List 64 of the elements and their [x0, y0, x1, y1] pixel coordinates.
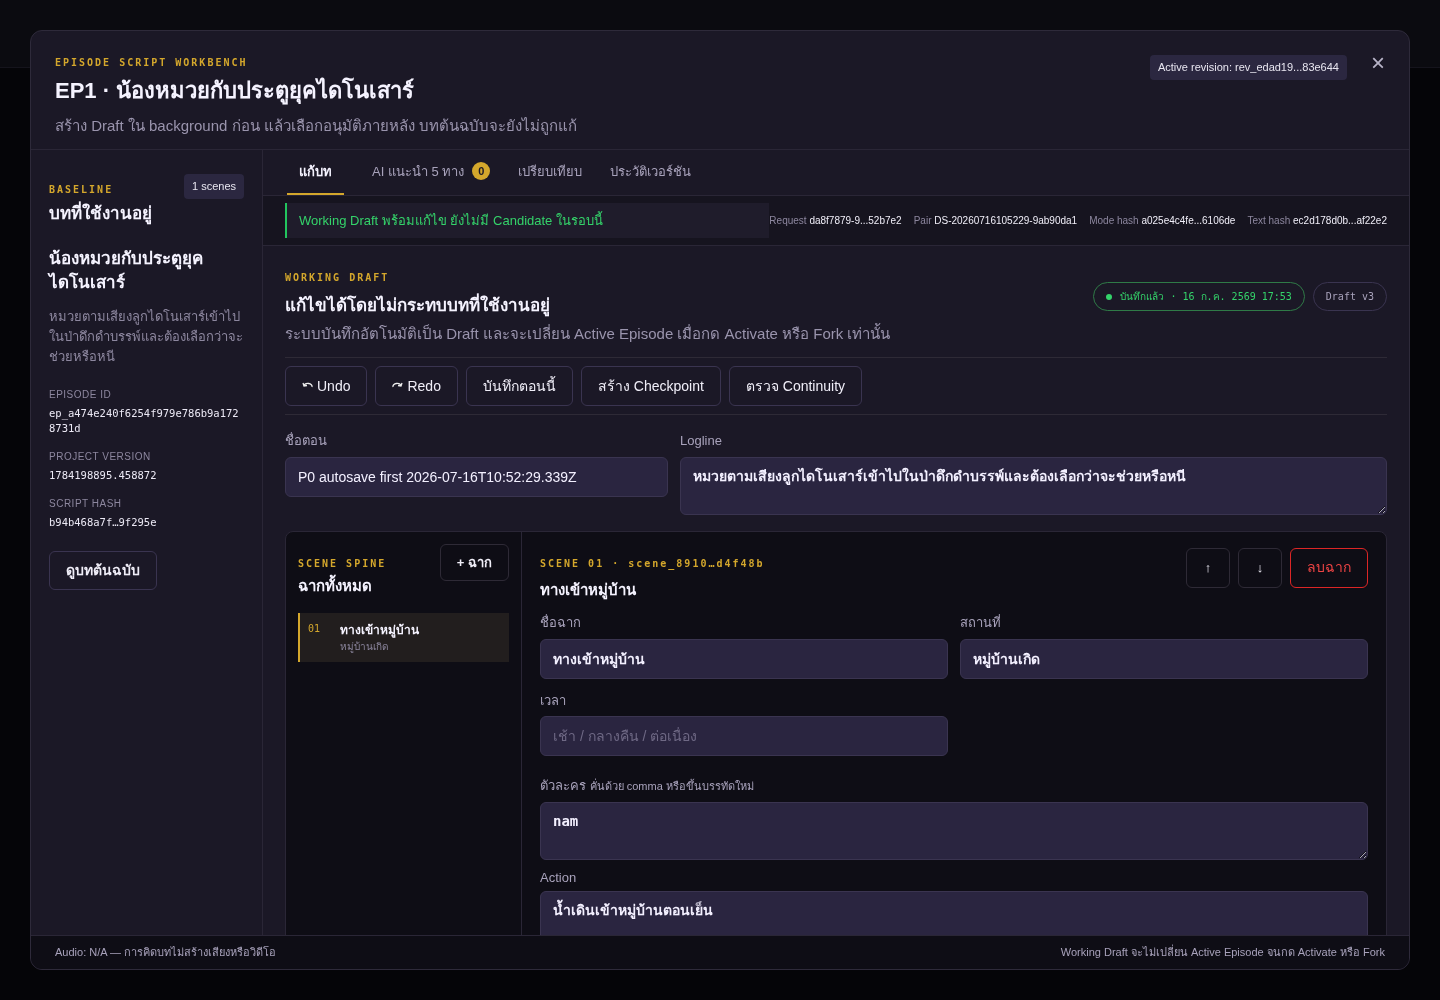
- toolbar-button[interactable]: Redo: [375, 366, 458, 406]
- meta-label: EPISODE ID: [49, 387, 113, 402]
- scene-heading: ทางเข้าหมู่บ้าน: [540, 579, 637, 601]
- meta-value: b94b468a7f…9f295e: [49, 514, 158, 530]
- scene-title: ทางเข้าหมู่บ้าน: [340, 622, 420, 639]
- field-label: Logline: [680, 432, 723, 450]
- scene-list-item[interactable]: 01 ทางเข้าหมู่บ้าน หมู่บ้านเกิด: [298, 613, 509, 662]
- hash-info: Request da8f7879-9...52b7e2: [769, 214, 902, 228]
- footer-note: Working Draft จะไม่เปลี่ยน Active Episode จนกด Activate หรือ Fork: [1060, 944, 1385, 961]
- delete-scene-button[interactable]: ลบฉาก: [1290, 547, 1368, 588]
- field-label: เวลา: [540, 691, 567, 710]
- field-label: ชื่อฉาก: [540, 613, 582, 632]
- scene-location: หมู่บ้านเกิด: [340, 640, 390, 654]
- count-badge: 0: [472, 162, 491, 181]
- sidebar-title: บทที่ใช้งานอยู่: [49, 201, 152, 227]
- toolbar-button[interactable]: บันทึกตอนนี้: [465, 366, 573, 406]
- undo-icon: [302, 382, 313, 390]
- eyebrow: WORKING DRAFT: [285, 271, 391, 285]
- draft-description: ระบบบันทึกอัตโนมัติเป็น Draft และจะเปลี่ยน Active Episode เมื่อกด Activate หรือ Fork เท่านั้น: [285, 322, 891, 344]
- modal-title: EP1 · น้องหมวยกับประตูยุคไดโนเสาร์: [55, 76, 416, 107]
- eyebrow: EPISODE SCRIPT WORKBENCH: [55, 56, 249, 70]
- characters-field[interactable]: nam: [540, 801, 1368, 860]
- scenes-badge: 1 scenes: [183, 174, 244, 199]
- eyebrow: SCENE SPINE: [298, 556, 387, 571]
- field-label: สถานที่: [960, 613, 1002, 632]
- add-scene-button[interactable]: + ฉาก: [439, 543, 509, 581]
- episode-title: น้องหมวยกับประตูยุคไดโนเสาร์: [49, 247, 204, 294]
- view-original-button[interactable]: ดูบทต้นฉบับ: [49, 550, 157, 590]
- spine-title: ฉากทั้งหมด: [298, 574, 373, 596]
- redo-icon: [392, 382, 404, 390]
- time-field[interactable]: เช้า / กลางคืน / ต่อเนื่อง: [540, 716, 948, 756]
- close-button[interactable]: ×: [1371, 51, 1385, 75]
- move-down-button[interactable]: ↓: [1238, 547, 1282, 588]
- modal-subtitle: สร้าง Draft ใน background ก่อน แล้วเลือกอนุมัติภายหลัง บทต้นฉบับจะยังไม่ถูกแก้: [55, 116, 577, 138]
- hash-info: Text hash ec2d178d0b...af22e2: [1247, 214, 1387, 228]
- hash-info: Pair DS-20260716105229-9ab90da1: [913, 214, 1078, 228]
- toolbar-button[interactable]: ตรวจ Continuity: [728, 366, 863, 406]
- location-field[interactable]: หมู่บ้านเกิด: [960, 638, 1368, 679]
- footer-note: Audio: N/A — การคิดบทไม่สร้างเสียงหรือวิดีโอ: [55, 945, 277, 961]
- tab[interactable]: ประวัติเวอร์ชัน: [610, 161, 692, 195]
- action-field[interactable]: น้ำเดินเข้าหมู่บ้านตอนเย็น: [540, 891, 1368, 935]
- toolbar-button[interactable]: Undo: [285, 366, 368, 406]
- move-up-button[interactable]: ↑: [1186, 547, 1230, 588]
- tab[interactable]: AI แนะนำ 5 ทาง 0: [372, 161, 491, 195]
- hash-info: Mode hash a025e4c4fe...6106de: [1089, 214, 1236, 228]
- scene-number: 01: [308, 622, 321, 636]
- status-notice: Working Draft พร้อมแก้ไข ยังไม่มี Candidate ในรอบนี้: [285, 202, 770, 239]
- meta-value: ep_a474e240f6254f979e786b9a1728731d: [49, 405, 240, 437]
- revision-badge: Active revision: rev_edad19...83e644: [1149, 55, 1347, 80]
- toolbar-button[interactable]: สร้าง Checkpoint: [580, 366, 721, 406]
- field-label: ชื่อตอน: [285, 431, 328, 450]
- logline-field[interactable]: หมวยตามเสียงลูกไดโนเสาร์เข้าไปในป่าดึกดำบรรพ์และต้องเลือกว่าจะช่วยหรือหนี: [680, 456, 1387, 515]
- logline-text: หมวยตามเสียงลูกไดโนเสาร์เข้าไปในป่าดึกดำบรรพ์และต้องเลือกว่าจะช่วยหรือหนี: [49, 307, 244, 366]
- tab[interactable]: เปรียบเทียบ: [518, 161, 583, 195]
- eyebrow: BASELINE: [49, 183, 115, 197]
- meta-label: SCRIPT HASH: [49, 496, 123, 511]
- episode-name-field[interactable]: P0 autosave first 2026-07-16T10:52:29.339Z: [285, 456, 668, 497]
- field-label: ตัวละคร คั่นด้วย comma หรือขึ้นบรรทัดใหม่: [540, 777, 755, 795]
- meta-value: 1784198895.458872: [49, 468, 158, 483]
- scene-name-field[interactable]: ทางเข้าหมู่บ้าน: [540, 638, 948, 679]
- field-label: Action: [540, 868, 578, 887]
- meta-label: PROJECT VERSION: [49, 450, 152, 464]
- eyebrow: SCENE 01 · scene_8910…d4f48b: [540, 556, 765, 571]
- draft-title: แก้ไขได้โดยไม่กระทบบทที่ใช้งานอยู่: [285, 293, 891, 319]
